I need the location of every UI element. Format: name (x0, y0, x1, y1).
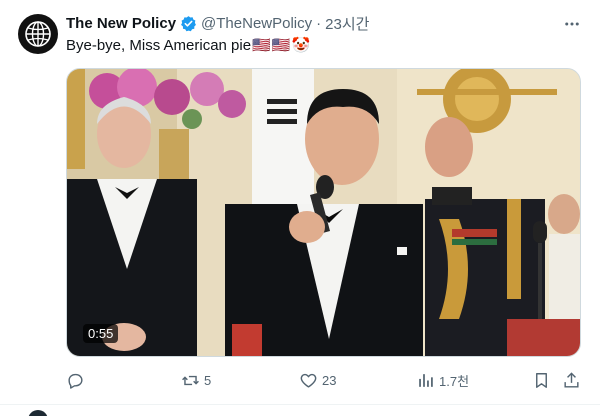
share-button[interactable] (562, 368, 581, 392)
like-count: 23 (322, 372, 337, 388)
tweet-text-body: Bye-bye, Miss American pie (66, 37, 252, 54)
author-handle[interactable]: @TheNewPolicy (201, 15, 312, 32)
globe-icon (25, 21, 51, 47)
retweet-count: 5 (204, 372, 212, 388)
video-duration: 0:55 (83, 324, 119, 343)
video-player[interactable]: 0:55 (66, 68, 581, 357)
retweet-icon (182, 375, 199, 385)
tweet-text: Bye-bye, Miss American pie 🇺🇸 🇺🇸 🤡 (66, 36, 310, 56)
clown-face-emoji: 🤡 (291, 37, 311, 54)
tweet-header: The New Policy @TheNewPolicy · 23시간 (66, 12, 369, 34)
us-flag-emoji: 🇺🇸 (271, 37, 291, 54)
heart-icon (300, 373, 317, 388)
bookmark-button[interactable] (532, 368, 551, 392)
us-flag-emoji: 🇺🇸 (252, 37, 271, 54)
reply-button[interactable] (66, 368, 85, 392)
bookmark-icon (536, 372, 547, 388)
like-button[interactable]: 23 (299, 368, 336, 392)
tweet-divider (0, 404, 600, 405)
video-thumbnail (67, 69, 580, 356)
more-horizontal-icon[interactable] (562, 14, 582, 34)
author-avatar[interactable] (18, 14, 58, 54)
next-tweet-avatar[interactable] (28, 410, 48, 416)
views-button[interactable]: 1.7천 (416, 368, 469, 392)
views-chart-icon (419, 373, 433, 387)
tweet-timestamp[interactable]: 23시간 (325, 13, 369, 34)
verified-badge-icon (180, 15, 197, 32)
share-icon (564, 371, 579, 388)
author-name[interactable]: The New Policy (66, 15, 176, 32)
separator-dot: · (316, 14, 322, 32)
retweet-button[interactable]: 5 (181, 368, 211, 392)
tweet-actions: 5 23 1.7천 (66, 368, 586, 392)
tweet-card[interactable]: The New Policy @TheNewPolicy · 23시간 Bye-… (0, 0, 600, 416)
reply-icon (68, 373, 83, 389)
views-count: 1.7천 (439, 373, 470, 389)
